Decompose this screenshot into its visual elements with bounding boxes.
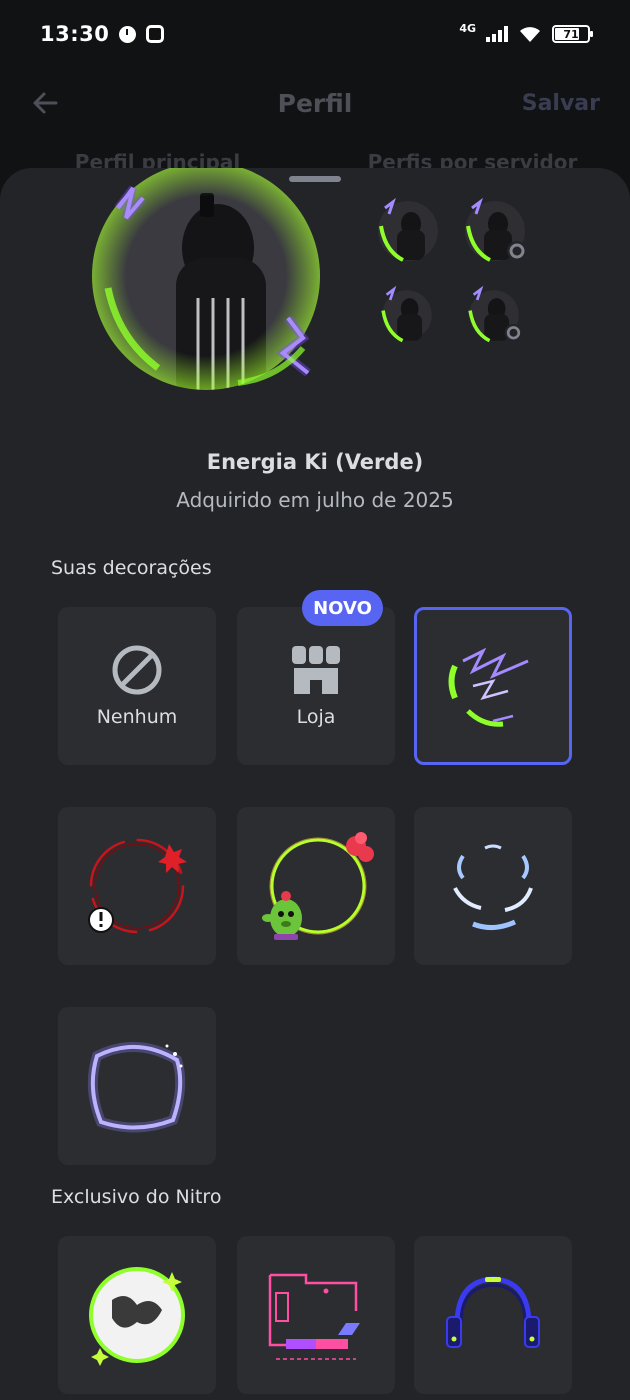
signal-icon [486,26,508,42]
your-decorations-heading: Suas decorações [51,557,212,579]
headphones-decoration-icon [446,1276,540,1348]
decoration-nitro-cyber-tile[interactable] [237,1236,395,1394]
preview-variant [381,285,432,343]
decoration-ki-energy-green-tile[interactable] [414,607,572,765]
shop-icon [292,646,340,694]
mist-frame-decoration-icon [87,1042,186,1133]
decoration-shop-tile[interactable]: Loja [237,607,395,765]
wind-swirl-decoration-icon [453,844,533,930]
preview-variants [368,196,538,346]
preview-variant [378,197,438,262]
decoration-angry-ring-tile[interactable] [58,807,216,965]
page-title: Perfil [277,88,353,118]
decoration-none-tile[interactable]: Nenhum [58,607,216,765]
alarm-icon [119,25,137,43]
none-icon [112,645,162,695]
decoration-cactus-ring-tile[interactable] [237,807,395,965]
ki-energy-decoration-icon [448,647,529,727]
battery-level: 71 [563,27,579,41]
decoration-sheet: Energia Ki (Verde) Adquirido em julho de… [0,168,630,1400]
status-time: 13:30 [40,22,110,46]
cactus-ring-decoration-icon [262,832,374,940]
shop-label: Loja [296,706,336,728]
app-notification-icon [146,25,165,43]
smoke-ring-decoration-icon [89,1267,185,1366]
angry-ring-decoration-icon [88,838,187,934]
new-badge: NOVO [302,590,383,626]
wifi-icon [520,27,540,42]
nitro-exclusive-heading: Exclusivo do Nitro [51,1186,222,1208]
profile-header: Perfil Salvar [0,68,630,138]
battery-icon: 71 [552,25,593,43]
decoration-name: Energia Ki (Verde) [206,450,424,474]
preview-variant [468,285,523,343]
cyber-hud-decoration-icon [268,1273,360,1360]
network-type: 4G [459,21,476,35]
decoration-mist-frame-tile[interactable] [58,1007,216,1165]
decoration-wind-swirl-tile[interactable] [414,807,572,965]
none-label: Nenhum [96,706,178,728]
decoration-nitro-smoke-tile[interactable] [58,1236,216,1394]
status-bar: 13:30 4G 71 [0,0,630,68]
avatar-decoration-preview [92,168,320,390]
acquired-date: Adquirido em julho de 2025 [176,488,454,512]
preview-variant [465,197,527,262]
decoration-nitro-headphones-tile[interactable] [414,1236,572,1394]
